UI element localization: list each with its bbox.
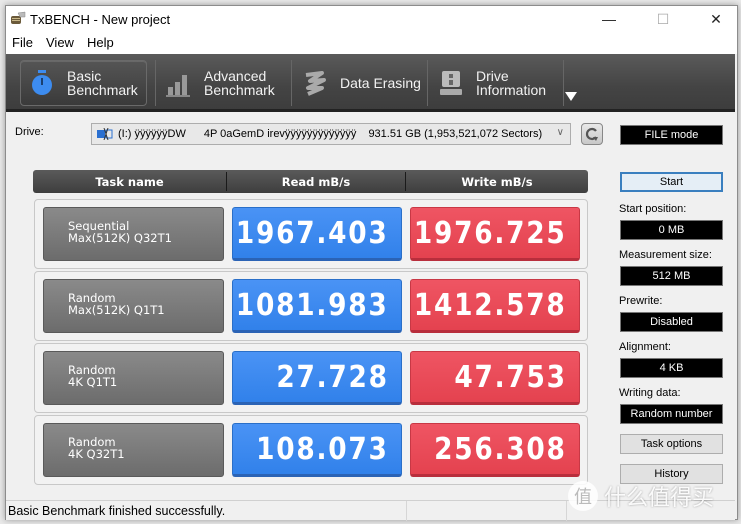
app-window: TxBENCH - New project — ☐ ✕ File View He…	[5, 5, 738, 521]
menu-file[interactable]: File	[12, 35, 33, 50]
read-result: 108.073	[232, 423, 402, 477]
watermark-text: 什么值得买	[604, 485, 715, 510]
tab-data-erasing[interactable]: Data Erasing	[294, 60, 424, 106]
task-params: Max(512K) Q32T1	[68, 231, 172, 245]
tab-label-line1: Drive	[476, 68, 509, 84]
read-result: 1081.983	[232, 279, 402, 333]
measurement-size-value[interactable]: 512 MB	[620, 266, 723, 286]
read-value: 27.728	[276, 359, 389, 395]
task-params: Max(512K) Q1T1	[68, 303, 165, 317]
write-result: 256.308	[410, 423, 580, 477]
tab-label-line2: Benchmark	[204, 82, 275, 98]
eraser-icon	[305, 71, 326, 96]
title-bar: TxBENCH - New project — ☐ ✕	[6, 6, 737, 32]
task-name-button[interactable]: Sequential Max(512K) Q32T1	[43, 207, 224, 261]
drive-info-icon	[440, 71, 462, 95]
minimize-button[interactable]: —	[586, 6, 632, 32]
tab-basic-benchmark[interactable]: Basic Benchmark	[20, 60, 147, 106]
chevron-down-icon: ∨	[556, 127, 564, 138]
menu-bar: File View Help	[6, 32, 737, 54]
task-params: 4K Q32T1	[68, 447, 125, 461]
menu-help[interactable]: Help	[87, 35, 114, 50]
write-value: 1976.725	[414, 215, 567, 251]
alignment-value[interactable]: 4 KB	[620, 358, 723, 378]
file-mode-indicator: FILE mode	[620, 125, 723, 145]
writing-data-value[interactable]: Random number	[620, 404, 723, 424]
tab-label-line1: Advanced	[204, 68, 267, 84]
write-value: 256.308	[434, 431, 567, 467]
toolbar-divider	[155, 60, 156, 106]
start-position-label: Start position:	[619, 203, 687, 215]
write-result: 1412.578	[410, 279, 580, 333]
task-name-button[interactable]: Random 4K Q1T1	[43, 351, 224, 405]
writing-data-label: Writing data:	[619, 387, 681, 399]
results-table-header: Task name Read mB/s Write mB/s	[33, 170, 588, 193]
drive-label: Drive:	[15, 126, 44, 138]
bar-chart-icon	[166, 75, 190, 97]
start-position-value[interactable]: 0 MB	[620, 220, 723, 240]
drive-capacity: 931.51 GB (1,953,521,072 Sectors)	[368, 128, 543, 140]
maximize-button[interactable]: ☐	[640, 6, 686, 32]
read-value: 1967.403	[236, 215, 389, 251]
menu-view[interactable]: View	[46, 35, 74, 50]
maximize-icon: ☐	[656, 10, 670, 27]
status-divider	[406, 501, 407, 521]
watermark-badge: 值	[568, 481, 598, 511]
start-button[interactable]: Start	[620, 172, 723, 192]
toolbar-divider	[291, 60, 292, 106]
read-value: 108.073	[256, 431, 389, 467]
read-value: 1081.983	[236, 287, 389, 323]
prewrite-value[interactable]: Disabled	[620, 312, 723, 332]
alignment-label: Alignment:	[619, 341, 671, 353]
write-result: 47.753	[410, 351, 580, 405]
tab-label-line1: Data Erasing	[340, 75, 421, 91]
watermark: 值 什么值得买	[568, 480, 714, 512]
drive-select[interactable]: (I:) ÿÿÿÿÿÿDW 4P 0aGemD irevÿÿÿÿÿÿÿÿÿÿÿÿ…	[91, 123, 571, 145]
header-read: Read mB/s	[281, 175, 351, 189]
table-row: Random Max(512K) Q1T1 1081.983 1412.578	[34, 271, 588, 341]
status-divider	[566, 501, 567, 521]
measurement-size-label: Measurement size:	[619, 249, 712, 261]
table-row: Random 4K Q1T1 27.728 47.753	[34, 343, 588, 413]
window-title: TxBENCH - New project	[30, 12, 171, 27]
minimize-icon: —	[602, 11, 616, 27]
tab-label-line2: Information	[476, 82, 547, 98]
refresh-button[interactable]	[581, 123, 603, 145]
tab-label-line2: Benchmark	[67, 82, 138, 98]
read-result: 27.728	[232, 351, 402, 405]
header-write: Write mB/s	[461, 175, 533, 189]
table-row: Sequential Max(512K) Q32T1 1967.403 1976…	[34, 199, 588, 269]
write-value: 1412.578	[414, 287, 567, 323]
refresh-icon	[585, 127, 598, 141]
app-icon	[11, 11, 26, 24]
table-row: Random 4K Q32T1 108.073 256.308	[34, 415, 588, 485]
close-icon: ✕	[710, 10, 722, 27]
header-task-name: Task name	[95, 175, 164, 189]
prewrite-label: Prewrite:	[619, 295, 663, 307]
tab-drive-information[interactable]: Drive Information	[430, 60, 560, 106]
task-options-button[interactable]: Task options	[620, 434, 723, 454]
task-name-button[interactable]: Random 4K Q32T1	[43, 423, 224, 477]
write-value: 47.753	[454, 359, 567, 395]
tab-advanced-benchmark[interactable]: Advanced Benchmark	[158, 60, 288, 106]
drive-name: (I:) ÿÿÿÿÿÿDW	[118, 128, 186, 140]
task-name-button[interactable]: Random Max(512K) Q1T1	[43, 279, 224, 333]
dropdown-triangle-icon[interactable]	[565, 92, 577, 101]
read-result: 1967.403	[232, 207, 402, 261]
status-message: Basic Benchmark finished successfully.	[8, 504, 226, 518]
toolbar-divider	[427, 60, 428, 106]
task-params: 4K Q1T1	[68, 375, 118, 389]
close-button[interactable]: ✕	[693, 6, 739, 32]
toolbar-divider	[563, 60, 564, 106]
stopwatch-icon	[32, 70, 52, 95]
tab-label-line1: Basic	[67, 68, 102, 84]
drive-model: 4P 0aGemD irevÿÿÿÿÿÿÿÿÿÿÿÿÿ	[203, 128, 357, 140]
toolbar: Basic Benchmark Advanced Benchmark Data …	[6, 54, 735, 112]
write-result: 1976.725	[410, 207, 580, 261]
drive-icon	[97, 128, 113, 140]
